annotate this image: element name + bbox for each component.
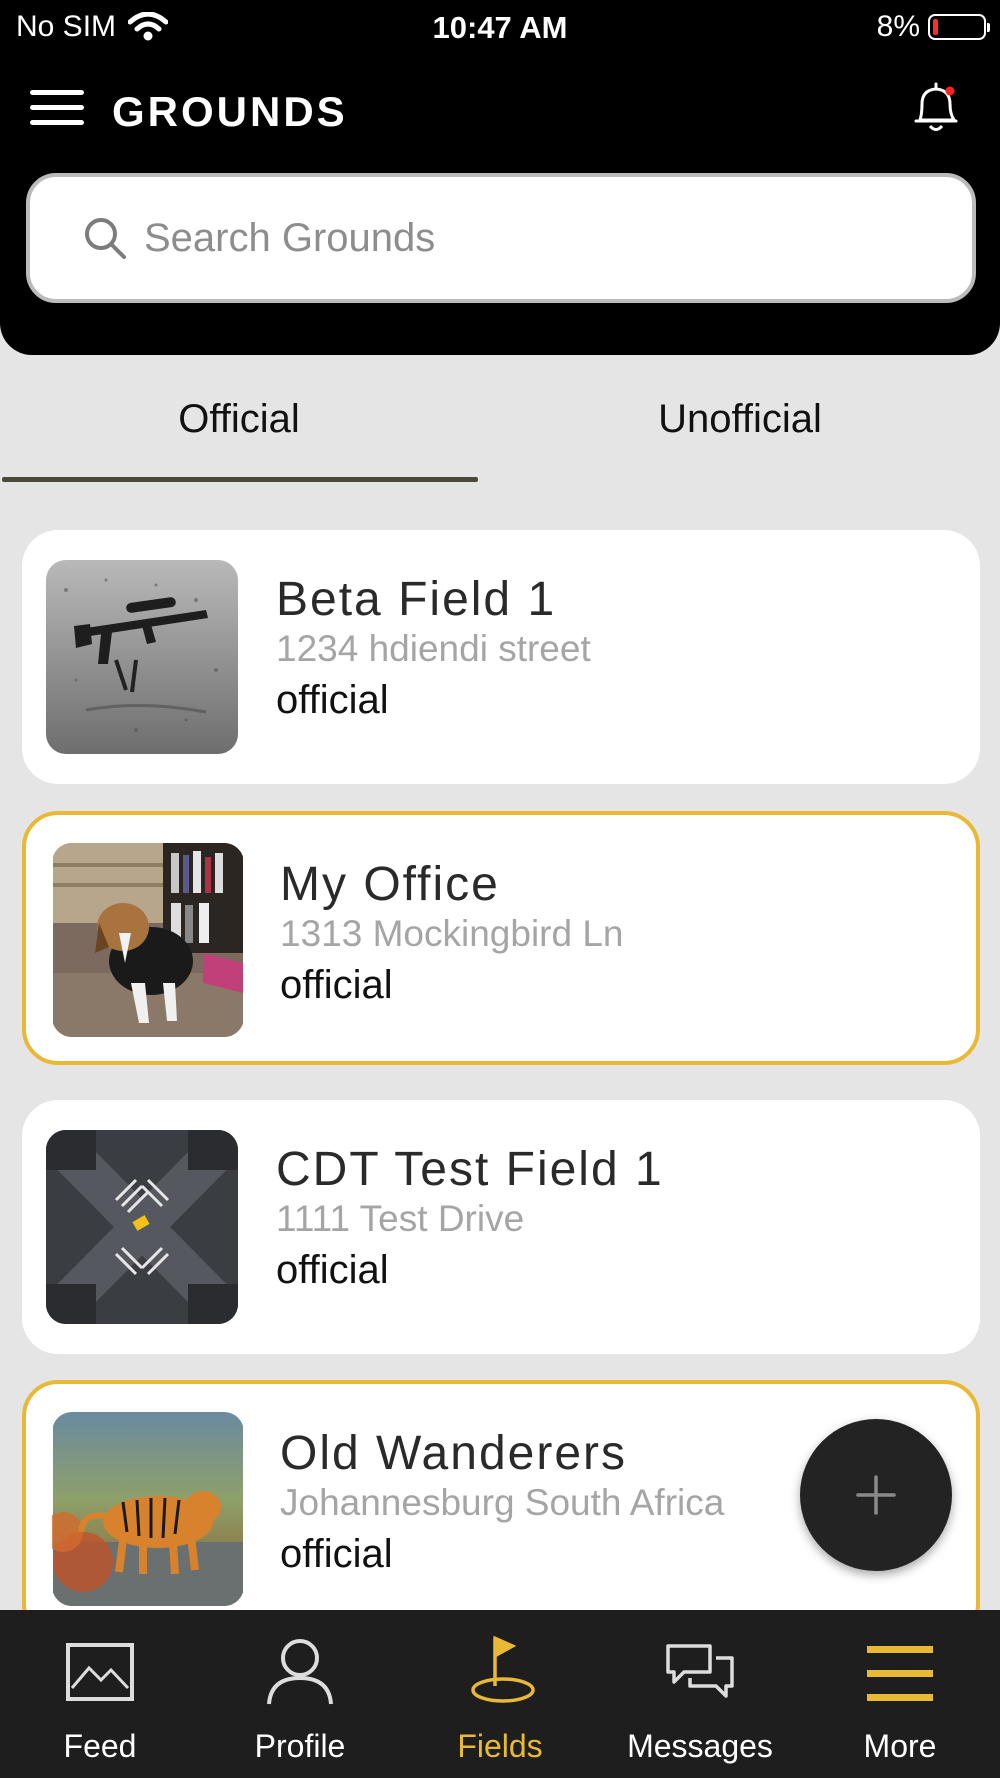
ground-type: official [276, 678, 389, 722]
nav-messages[interactable]: Messages [600, 1610, 800, 1778]
image-icon [66, 1643, 134, 1701]
search-input[interactable] [142, 214, 906, 262]
ground-type-tabs: Official Unofficial [0, 355, 1000, 485]
ground-thumbnail-tiger [52, 1412, 243, 1606]
ground-name: My Office [280, 858, 500, 911]
ground-thumbnail-intersection [46, 1130, 238, 1324]
notification-dot [945, 86, 955, 96]
nav-profile[interactable]: Profile [200, 1610, 400, 1778]
tab-unofficial[interactable]: Unofficial [500, 397, 980, 442]
nav-more[interactable]: More [800, 1610, 1000, 1778]
battery-icon [928, 14, 990, 40]
clock: 10:47 AM [432, 10, 568, 45]
nav-label: Feed [63, 1728, 137, 1764]
ground-address: Johannesburg South Africa [280, 1482, 725, 1523]
ground-name: Beta Field 1 [276, 573, 557, 626]
chat-bubbles-icon [666, 1644, 734, 1698]
battery-percent: 8% [876, 10, 920, 43]
ground-type: official [280, 1532, 393, 1576]
ground-address: 1234 hdiendi street [276, 628, 591, 669]
app-header: No SIM 10:47 AM 8% GROUNDS [0, 0, 1000, 355]
ground-card[interactable]: CDT Test Field 1 1111 Test Drive officia… [22, 1100, 980, 1354]
nav-fields[interactable]: Fields [400, 1610, 600, 1778]
golf-flag-icon [471, 1635, 535, 1703]
ground-thumbnail-rifle [46, 560, 238, 754]
bottom-nav: Feed Profile Fields Messages More [0, 1610, 1000, 1778]
nav-label: Fields [457, 1728, 543, 1764]
add-ground-button[interactable] [800, 1419, 952, 1571]
ground-thumbnail-dog [53, 843, 243, 1037]
hamburger-icon [867, 1646, 933, 1701]
search-icon [85, 218, 126, 259]
plus-icon [856, 1475, 896, 1515]
ground-name: CDT Test Field 1 [276, 1143, 664, 1196]
nav-feed[interactable]: Feed [0, 1610, 200, 1778]
notification-bell-icon[interactable] [910, 80, 962, 136]
status-bar: No SIM 10:47 AM 8% [0, 0, 1000, 56]
ground-type: official [276, 1248, 389, 1292]
ground-card[interactable]: My Office 1313 Mockingbird Ln official [22, 811, 980, 1065]
nav-label: More [863, 1728, 937, 1764]
ground-address: 1111 Test Drive [276, 1198, 525, 1239]
search-bar[interactable] [26, 173, 976, 303]
menu-button[interactable] [30, 90, 84, 126]
person-icon [267, 1639, 333, 1705]
ground-address: 1313 Mockingbird Ln [280, 913, 624, 954]
ground-name: Old Wanderers [280, 1427, 627, 1480]
ground-card[interactable]: Beta Field 1 1234 hdiendi street officia… [22, 530, 980, 784]
active-tab-indicator [2, 477, 478, 482]
ground-type: official [280, 963, 393, 1007]
page-title: GROUNDS [112, 88, 348, 135]
nav-label: Profile [254, 1728, 346, 1764]
tab-official[interactable]: Official [0, 397, 478, 442]
nav-label: Messages [627, 1728, 773, 1764]
